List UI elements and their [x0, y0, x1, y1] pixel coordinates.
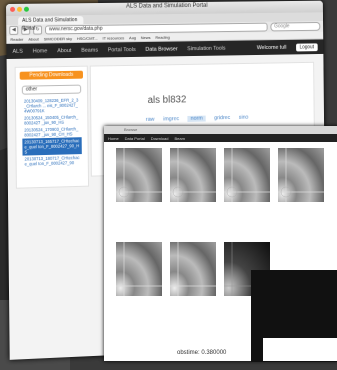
background-panel [263, 338, 337, 361]
logout-button[interactable]: Logout [295, 42, 318, 51]
bookmark-item[interactable]: News [141, 35, 151, 40]
nav-item-portal-tools[interactable]: Portal Tools [108, 47, 136, 53]
bookmark-item[interactable]: HSC/CMT... [77, 36, 98, 41]
tab-gridrec[interactable]: gridrec [214, 115, 230, 121]
pending-downloads-button[interactable]: Pending Downloads [19, 70, 84, 80]
tomography-thumbnail[interactable] [170, 242, 216, 296]
viewer-titlebar: Browse [104, 126, 337, 134]
window-title: ALS Data and Simulation Portal [126, 2, 208, 10]
viewer-menu: Home Data Portal Download Beam [104, 134, 337, 142]
tab-imgrec[interactable]: imgrec [163, 116, 179, 122]
obstime-label: obstime: 0.380000 [177, 350, 227, 356]
search-field[interactable]: Google [270, 22, 321, 32]
bookmark-item[interactable]: Reading [155, 35, 169, 40]
list-item-selected[interactable]: 20130713_165717_CHtechace_quel ton_F_800… [22, 137, 82, 156]
viewer-menu-item[interactable]: Data Portal [125, 136, 145, 141]
filter-input[interactable]: other [21, 84, 82, 95]
bookmark-item[interactable]: About [28, 37, 38, 42]
image-viewer-window: Browse Home Data Portal Download Beam ob… [104, 126, 337, 362]
thumbnail-grid: obstime: 0.380000 [104, 142, 337, 362]
tab-sino[interactable]: sino [239, 115, 249, 121]
welcome-text: Welcome tull [256, 44, 287, 51]
bookmark-item[interactable]: Aug [129, 35, 136, 40]
nav-item-simulation-tools[interactable]: Simulation Tools [187, 45, 225, 51]
bookmark-item[interactable]: IT resources [103, 35, 125, 40]
nav-item-beams[interactable]: Beams [81, 47, 98, 53]
nav-item-data-browser[interactable]: Data Browser [145, 46, 177, 52]
bookmark-item[interactable]: SIMCODER sky [44, 36, 72, 41]
tab-norm[interactable]: norm [187, 115, 206, 122]
tomography-thumbnail[interactable] [170, 148, 216, 202]
tomography-thumbnail[interactable] [116, 148, 162, 202]
bookmark-item[interactable]: Reader [10, 37, 23, 42]
nav-item-home[interactable]: Home [33, 48, 48, 54]
file-sidebar: Pending Downloads other 20130409_128236_… [14, 65, 90, 189]
tomography-thumbnail[interactable] [116, 242, 162, 296]
format-tabs: raw imgrec norm gridrec sino [146, 115, 249, 123]
viewer-menu-item[interactable]: Beam [174, 136, 184, 141]
viewer-menu-item[interactable]: Home [108, 136, 119, 141]
list-item[interactable]: 20130409_128236_EFR_2_3_CHlarch ... eis_… [22, 97, 81, 115]
tomography-thumbnail[interactable] [224, 148, 270, 202]
nav-logo[interactable]: ALS [12, 48, 22, 54]
browser-tab[interactable]: ALS Data and Simulation Portal [18, 16, 84, 32]
list-item[interactable]: 20130713_180717_CHtechace_quel ton_F_800… [23, 154, 82, 168]
back-button[interactable]: ◀ [9, 25, 19, 35]
tab-raw[interactable]: raw [146, 117, 155, 123]
dataset-title: als bl832 [147, 94, 187, 107]
nav-item-about[interactable]: About [57, 48, 71, 54]
dataset-list: 20130409_128236_EFR_2_3_CHlarch ... eis_… [22, 97, 82, 168]
viewer-menu-item[interactable]: Download [151, 136, 169, 141]
tomography-thumbnail[interactable] [278, 148, 324, 202]
